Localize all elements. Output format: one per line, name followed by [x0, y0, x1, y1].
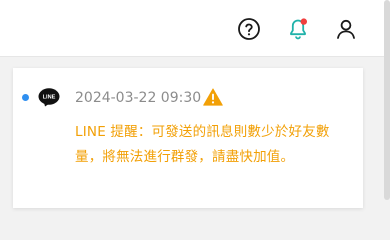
notification-message: LINE 提醒：可發送的訊息則數少於好友數量，將無法進行群發，請盡快加值。 — [75, 124, 330, 165]
line-logo-icon: LINE — [38, 88, 60, 107]
notification-badge — [300, 18, 307, 25]
question-circle-icon[interactable] — [237, 17, 261, 41]
user-icon[interactable] — [334, 17, 358, 41]
top-header-bar — [0, 0, 390, 57]
notification-timestamp: 2024-03-22 09:30 — [75, 90, 202, 106]
bell-icon[interactable] — [286, 17, 310, 41]
page-scrollbar[interactable] — [384, 0, 390, 200]
unread-indicator-dot — [22, 94, 29, 101]
line-logo-text: LINE — [43, 95, 56, 101]
notification-card[interactable]: LINE 2024-03-22 09:30 LINE 提醒：可發送的訊息則數少於… — [13, 68, 363, 208]
warning-icon — [203, 88, 223, 106]
